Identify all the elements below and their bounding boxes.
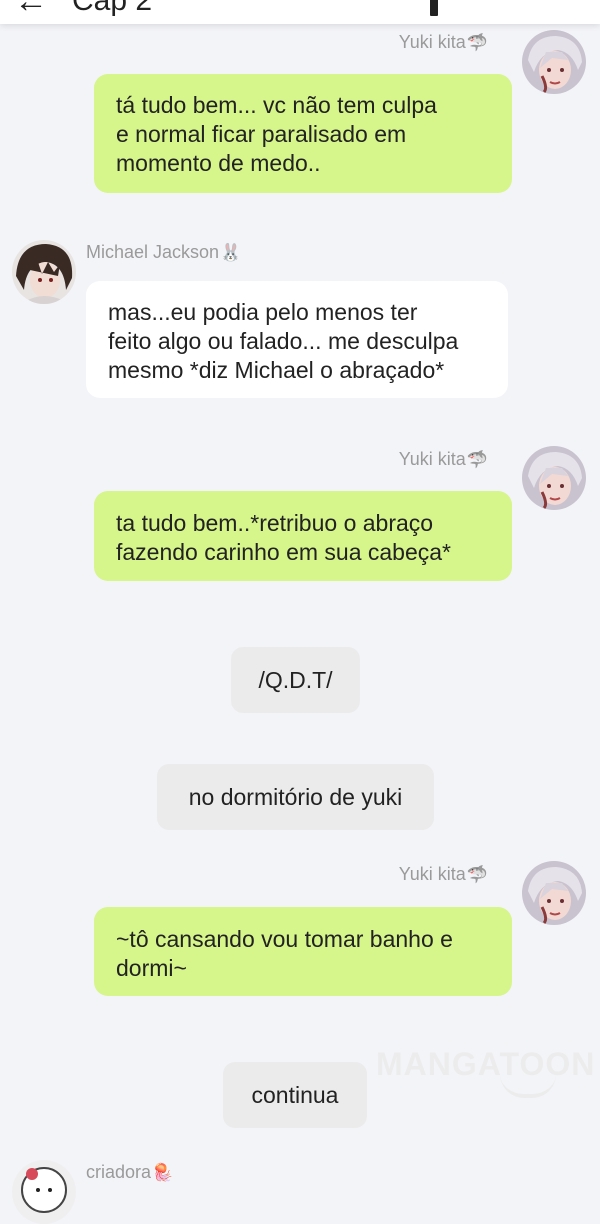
chapter-title: Cap 2	[72, 0, 153, 17]
shark-icon: 🦈	[466, 33, 488, 53]
author-name: Yuki kita🦈	[399, 864, 488, 885]
message-bubble[interactable]: ~tô cansando vou tomar banho e dormi~	[94, 907, 512, 996]
message-line: ~tô cansando vou tomar banho e	[116, 926, 453, 952]
author-name-text: Yuki kita	[398, 864, 466, 884]
message-bubble[interactable]: mas...eu podia pelo menos ter feito algo…	[86, 281, 508, 398]
narration-pill[interactable]: continua	[223, 1062, 367, 1128]
author-name-text: Yuki kita	[398, 449, 466, 469]
message-bubble[interactable]: ta tudo bem..*retribuo o abraço fazendo …	[94, 491, 512, 581]
narration-pill[interactable]: no dormitório de yuki	[157, 764, 434, 830]
author-name: Yuki kita🦈	[399, 32, 488, 53]
message-line: e normal ficar paralisado em	[116, 121, 407, 147]
narration-text: /Q.D.T/	[258, 667, 333, 693]
watermark-smile-icon	[500, 1074, 556, 1098]
watermark-logo: MANGATOON	[376, 1046, 596, 1082]
message-line: momento de medo..	[116, 150, 321, 176]
rabbit-icon: 🐰	[220, 243, 242, 263]
message-line: fazendo carinho em sua cabeça*	[116, 539, 451, 565]
shark-icon: 🦈	[466, 865, 488, 885]
author-name: Yuki kita🦈	[399, 449, 488, 470]
jellyfish-icon: 🪼	[152, 1163, 174, 1183]
message-line: tá tudo bem... vc não tem culpa	[116, 92, 437, 118]
narration-text: continua	[251, 1082, 339, 1108]
message-line: dormi~	[116, 955, 187, 981]
message-line: ta tudo bem..*retribuo o abraço	[116, 510, 434, 536]
author-name-text: criadora	[86, 1162, 152, 1182]
avatar-yuki[interactable]	[522, 30, 586, 94]
shark-icon: 🦈	[466, 450, 488, 470]
avatar-criadora[interactable]	[12, 1160, 76, 1224]
message-line: feito algo ou falado... me desculpa	[108, 328, 459, 354]
message-line: mesmo *diz Michael o abraçado*	[108, 357, 445, 383]
author-name-text: Yuki kita	[398, 32, 466, 52]
avatar-michael[interactable]	[12, 240, 76, 304]
narration-text: no dormitório de yuki	[188, 784, 403, 810]
message-line: mas...eu podia pelo menos ter	[108, 299, 418, 325]
avatar-yuki[interactable]	[522, 861, 586, 925]
message-bubble[interactable]: tá tudo bem... vc não tem culpa e normal…	[94, 74, 512, 193]
author-name: Michael Jackson🐰	[86, 242, 241, 263]
narration-pill[interactable]: /Q.D.T/	[231, 647, 360, 713]
back-arrow-icon[interactable]: ←	[14, 0, 48, 21]
avatar-yuki[interactable]	[522, 446, 586, 510]
top-bar: ← Cap 2	[0, 0, 600, 24]
author-name-text: Michael Jackson	[86, 242, 220, 262]
menu-icon[interactable]	[430, 0, 438, 16]
author-name: criadora🪼	[86, 1162, 173, 1183]
